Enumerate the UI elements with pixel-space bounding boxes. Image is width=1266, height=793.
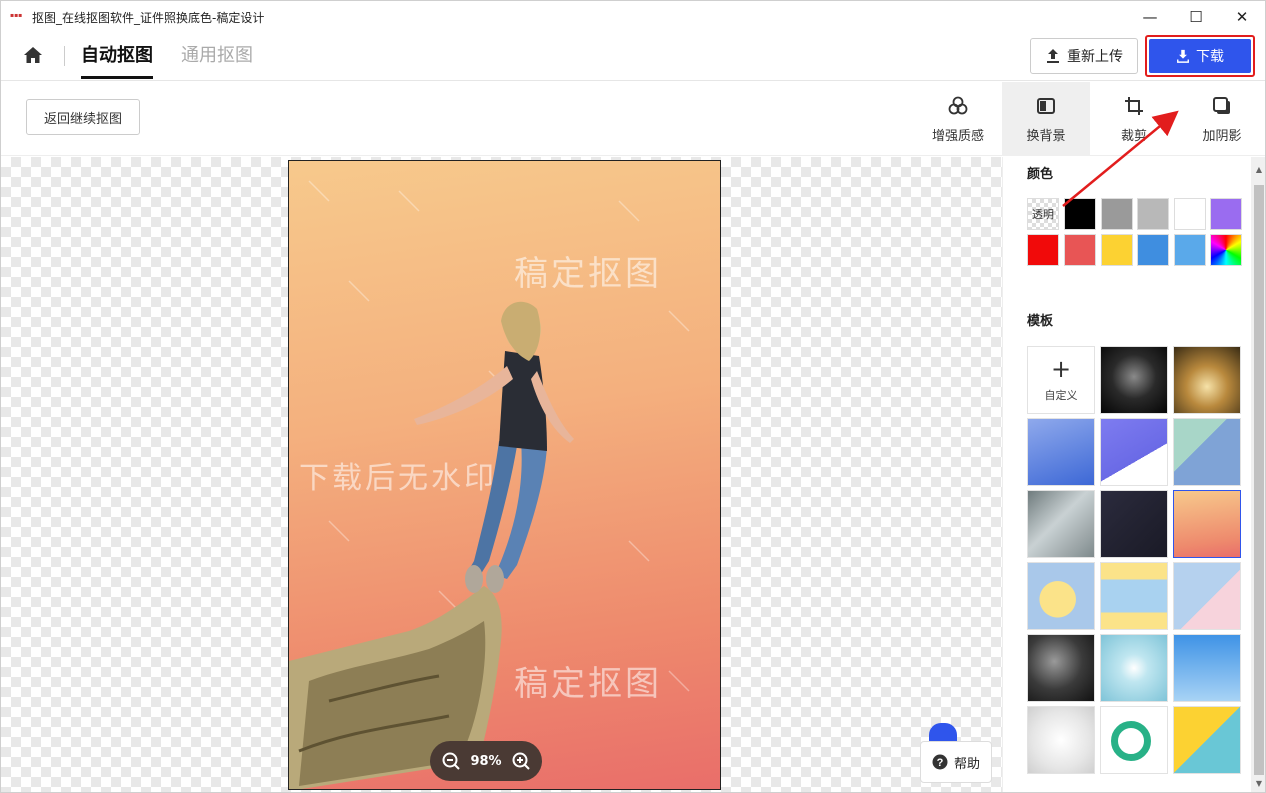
template-thumbnail[interactable] xyxy=(1027,418,1095,486)
background-panel: 颜色 透明 模板 + 自定义 xyxy=(1002,157,1265,792)
nav-divider xyxy=(64,46,65,66)
swatch-color[interactable] xyxy=(1174,198,1206,230)
tab-general-cutout[interactable]: 通用抠图 xyxy=(181,43,253,79)
shadow-icon xyxy=(1213,96,1230,114)
download-button[interactable]: 下载 xyxy=(1149,39,1251,73)
swatch-color[interactable] xyxy=(1101,234,1133,266)
swatch-custom-color[interactable] xyxy=(1210,234,1242,266)
template-thumbnail[interactable] xyxy=(1173,418,1241,486)
template-ring-shape xyxy=(1111,721,1151,761)
template-thumbnail[interactable] xyxy=(1027,634,1095,702)
template-thumbnail[interactable] xyxy=(1173,346,1241,414)
swatch-transparent-label: 透明 xyxy=(1032,208,1054,221)
watermark-bottom: 稿定抠图 xyxy=(514,664,662,704)
swatch-transparent[interactable]: 透明 xyxy=(1027,198,1059,230)
window-title: 抠图_在线抠图软件_证件照换底色-稿定设计 xyxy=(32,11,265,25)
tool-shadow[interactable]: 加阴影 xyxy=(1178,82,1265,156)
zoom-in-icon[interactable] xyxy=(511,751,531,771)
edit-toolbar: 返回继续抠图 增强质感 换背景 裁剪 加阴影 xyxy=(1,82,1265,156)
scroll-down-icon[interactable]: ▼ xyxy=(1254,779,1264,789)
tool-change-background[interactable]: 换背景 xyxy=(1002,82,1090,156)
preview-image: 稿定抠图 下载后无水印 稿定抠图 xyxy=(288,160,721,790)
help-label: 帮助 xyxy=(953,756,980,772)
zoom-control: 98% xyxy=(430,741,542,781)
swatch-color[interactable] xyxy=(1064,234,1096,266)
plus-icon: + xyxy=(1050,355,1072,383)
template-custom[interactable]: + 自定义 xyxy=(1027,346,1095,414)
tool-background-label: 换背景 xyxy=(1026,128,1066,144)
tool-enhance[interactable]: 增强质感 xyxy=(914,82,1002,156)
tool-enhance-label: 增强质感 xyxy=(931,128,984,144)
template-thumbnail[interactable] xyxy=(1173,634,1241,702)
svg-text:?: ? xyxy=(937,757,944,769)
canvas-area: 稿定抠图 下载后无水印 稿定抠图 98% ? 帮助 xyxy=(1,157,1002,792)
swatch-color[interactable] xyxy=(1137,234,1169,266)
window-titlebar: ▪▪▪ 抠图_在线抠图软件_证件照换底色-稿定设计 — ☐ ✕ xyxy=(1,1,1265,33)
template-section-title: 模板 xyxy=(1027,314,1054,329)
reupload-label: 重新上传 xyxy=(1067,49,1123,65)
help-icon: ? xyxy=(932,754,948,770)
tool-shadow-label: 加阴影 xyxy=(1202,128,1242,144)
zoom-level: 98% xyxy=(470,753,502,769)
watermark-top: 稿定抠图 xyxy=(514,254,662,294)
maximize-button[interactable]: ☐ xyxy=(1173,1,1219,33)
app-logo: ▪▪▪ xyxy=(10,12,23,19)
enhance-icon xyxy=(948,96,968,114)
template-thumbnail[interactable] xyxy=(1100,706,1168,774)
scroll-up-icon[interactable]: ▲ xyxy=(1254,165,1264,175)
tool-crop[interactable]: 裁剪 xyxy=(1090,82,1178,156)
swatch-color[interactable] xyxy=(1174,234,1206,266)
swatch-color[interactable] xyxy=(1027,234,1059,266)
minimize-button[interactable]: — xyxy=(1127,1,1173,33)
upload-icon xyxy=(1047,49,1059,63)
watermark-middle: 下载后无水印 xyxy=(299,461,497,496)
app-window: ▪▪▪ 抠图_在线抠图软件_证件照换底色-稿定设计 — ☐ ✕ 自动抠图 通用抠… xyxy=(0,0,1266,793)
template-custom-label: 自定义 xyxy=(1044,389,1078,402)
template-thumbnail[interactable] xyxy=(1100,634,1168,702)
swatch-color[interactable] xyxy=(1064,198,1096,230)
download-icon xyxy=(1177,49,1189,63)
home-icon[interactable] xyxy=(21,43,45,67)
template-thumbnail[interactable] xyxy=(1100,346,1168,414)
template-thumbnail[interactable] xyxy=(1173,562,1241,630)
template-thumbnail-selected[interactable] xyxy=(1173,490,1241,558)
download-highlight: 下载 xyxy=(1145,35,1255,77)
zoom-out-icon[interactable] xyxy=(441,751,461,771)
template-thumbnail[interactable] xyxy=(1027,562,1095,630)
back-to-cutout-button[interactable]: 返回继续抠图 xyxy=(26,99,140,135)
swatch-color[interactable] xyxy=(1210,198,1242,230)
tab-auto-cutout[interactable]: 自动抠图 xyxy=(81,43,153,79)
swatch-color[interactable] xyxy=(1101,198,1133,230)
panel-scrollbar[interactable]: ▲ ▼ xyxy=(1251,157,1265,792)
template-thumbnail[interactable] xyxy=(1027,490,1095,558)
template-thumbnail[interactable] xyxy=(1100,562,1168,630)
background-icon xyxy=(1037,97,1055,114)
template-thumbnail[interactable] xyxy=(1027,706,1095,774)
scrollbar-thumb[interactable] xyxy=(1254,185,1264,775)
download-label: 下载 xyxy=(1196,49,1224,65)
template-thumbnail[interactable] xyxy=(1173,706,1241,774)
template-thumbnail[interactable] xyxy=(1100,490,1168,558)
crop-icon xyxy=(1125,96,1143,115)
color-section-title: 颜色 xyxy=(1027,167,1054,182)
tool-crop-label: 裁剪 xyxy=(1120,128,1147,144)
reupload-button[interactable]: 重新上传 xyxy=(1030,38,1138,74)
template-thumbnail[interactable] xyxy=(1100,418,1168,486)
top-nav: 自动抠图 通用抠图 重新上传 下载 xyxy=(1,33,1265,81)
close-button[interactable]: ✕ xyxy=(1219,1,1265,33)
help-button[interactable]: ? 帮助 xyxy=(920,741,992,783)
swatch-color[interactable] xyxy=(1137,198,1169,230)
